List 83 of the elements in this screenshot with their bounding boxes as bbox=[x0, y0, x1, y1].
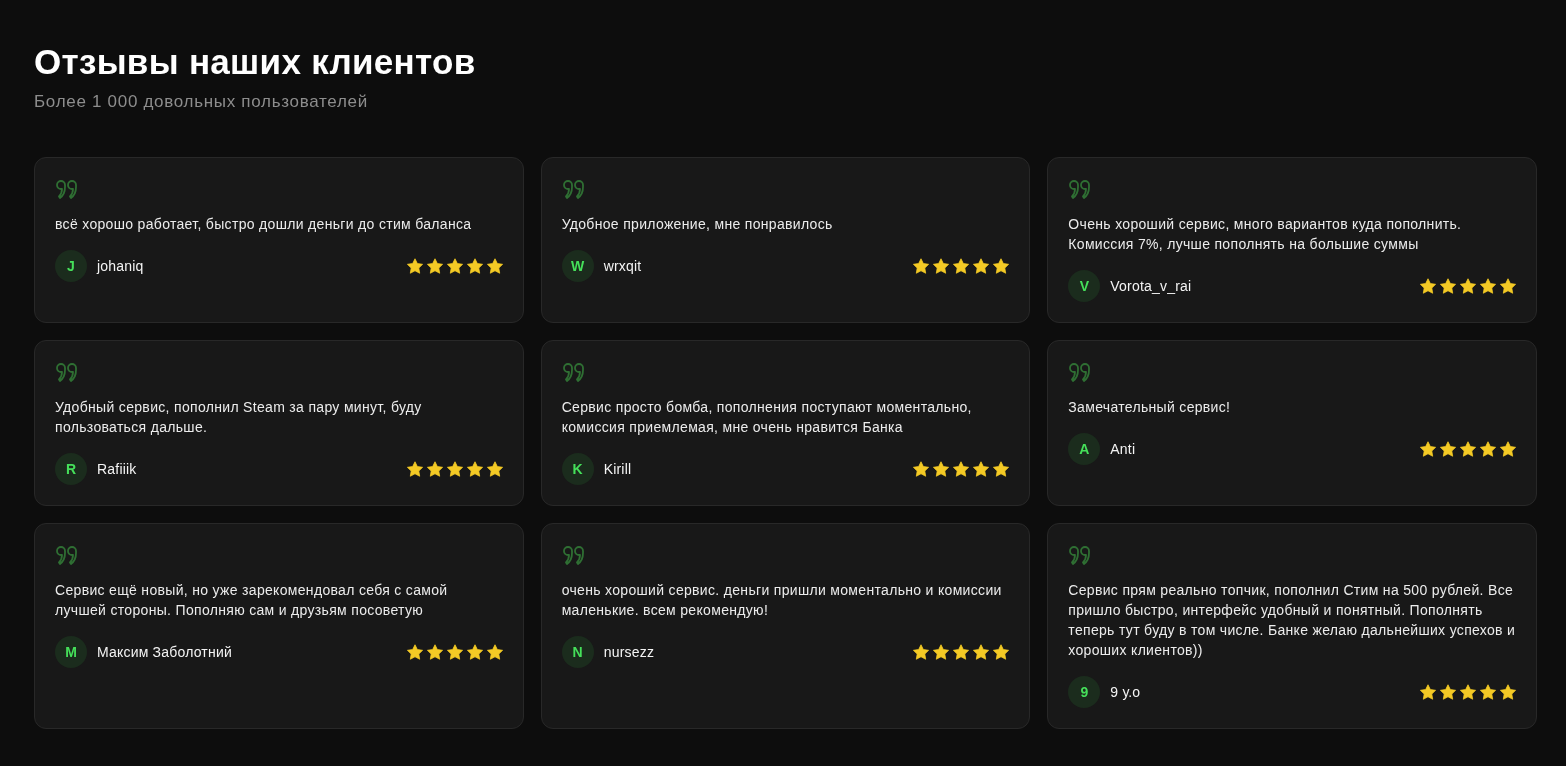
quote-icon bbox=[55, 363, 79, 382]
star-icon bbox=[406, 258, 423, 274]
quote-icon bbox=[55, 180, 79, 199]
review-text: Очень хороший сервис, много вариантов куда пополнить. Комиссия 7%, лучше пополнять на большие суммы bbox=[1068, 215, 1463, 254]
author-name: Vorota_v_rai bbox=[1110, 276, 1192, 296]
author-avatar: N bbox=[561, 636, 594, 668]
star-icon bbox=[953, 461, 970, 477]
review-text: очень хороший сервис. деньги пришли моментально и комиссии маленькие. всем рекомендую! bbox=[561, 581, 1003, 620]
review-text: Удобный сервис, пополнил Steam за пару минут, буду пользоваться дальше. bbox=[55, 398, 423, 437]
star-icon bbox=[1500, 441, 1516, 457]
star-icon bbox=[1420, 684, 1436, 700]
star-icon bbox=[466, 258, 483, 274]
star-icon bbox=[993, 461, 1010, 477]
star-icon bbox=[1500, 278, 1516, 294]
star-icon bbox=[426, 644, 443, 660]
quote-icon bbox=[561, 180, 586, 199]
star-icon bbox=[1460, 278, 1476, 294]
star-icon bbox=[466, 644, 483, 660]
star-icon bbox=[1440, 278, 1456, 294]
star-icon bbox=[486, 461, 503, 477]
star-icon bbox=[953, 258, 970, 274]
section-subtitle: Более 1 000 довольных пользователей bbox=[34, 91, 369, 113]
author-name: nursezz bbox=[603, 642, 655, 662]
star-icon bbox=[446, 258, 463, 274]
star-icon bbox=[406, 461, 423, 477]
star-icon bbox=[1480, 278, 1496, 294]
star-icon bbox=[466, 461, 483, 477]
star-icon bbox=[426, 258, 443, 274]
star-icon bbox=[406, 644, 423, 660]
star-icon bbox=[913, 644, 930, 660]
star-icon bbox=[1500, 684, 1516, 700]
author-name: 9 у.о bbox=[1110, 682, 1141, 702]
quote-icon bbox=[1068, 180, 1093, 199]
star-icon bbox=[973, 461, 990, 477]
star-icon bbox=[953, 644, 970, 660]
review-text: Замечательный сервис! bbox=[1068, 398, 1232, 417]
star-icon bbox=[973, 644, 990, 660]
star-icon bbox=[1440, 684, 1456, 700]
star-icon bbox=[1460, 441, 1476, 457]
quote-icon bbox=[561, 363, 586, 382]
star-icon bbox=[1480, 441, 1496, 457]
author-avatar: 9 bbox=[1068, 676, 1101, 708]
star-icon bbox=[446, 461, 463, 477]
author-name: Максим Заболотний bbox=[97, 642, 232, 662]
star-icon bbox=[1420, 278, 1436, 294]
star-icon bbox=[1420, 441, 1436, 457]
quote-icon bbox=[1068, 546, 1093, 565]
star-icon bbox=[993, 258, 1010, 274]
author-name: wrxqit bbox=[603, 256, 642, 276]
review-text: Удобное приложение, мне понравилось bbox=[561, 215, 834, 234]
star-icon bbox=[486, 258, 503, 274]
star-icon bbox=[933, 644, 950, 660]
star-icon bbox=[973, 258, 990, 274]
star-icon bbox=[1460, 684, 1476, 700]
quote-icon bbox=[561, 546, 586, 565]
star-icon bbox=[933, 461, 950, 477]
author-avatar: J bbox=[55, 250, 87, 282]
star-icon bbox=[486, 644, 503, 660]
author-avatar: W bbox=[561, 250, 594, 282]
star-icon bbox=[913, 461, 930, 477]
section-title: Отзывы наших клиентов bbox=[34, 41, 477, 83]
review-text: Сервис ещё новый, но уже зарекомендовал себя с самой лучшей стороны. Пополняю сам и друзьям посоветую bbox=[55, 581, 449, 620]
author-avatar: M bbox=[55, 636, 87, 668]
author-avatar: V bbox=[1068, 270, 1101, 302]
author-avatar: R bbox=[55, 453, 87, 485]
author-name: Anti bbox=[1110, 439, 1136, 459]
star-icon bbox=[933, 258, 950, 274]
star-icon bbox=[993, 644, 1010, 660]
author-name: Rafiiik bbox=[97, 459, 137, 479]
review-text: всё хорошо работает, быстро дошли деньги до стим баланса bbox=[55, 215, 473, 234]
author-name: Kirill bbox=[603, 459, 632, 479]
star-icon bbox=[446, 644, 463, 660]
author-avatar: K bbox=[561, 453, 594, 485]
star-icon bbox=[426, 461, 443, 477]
star-icon bbox=[913, 258, 930, 274]
quote-icon bbox=[55, 546, 79, 565]
author-avatar: A bbox=[1068, 433, 1101, 465]
star-icon bbox=[1440, 441, 1456, 457]
star-icon bbox=[1480, 684, 1496, 700]
review-text: Сервис просто бомба, пополнения поступают моментально, комиссия приемлемая, мне очень нравится Банка bbox=[561, 398, 973, 437]
quote-icon bbox=[1068, 363, 1093, 382]
author-name: johaniq bbox=[97, 256, 144, 276]
review-text: Сервис прям реально топчик, пополнил Стим на 500 рублей. Все пришло быстро, интерфейс удобный и понятный. Пополнять теперь тут буду в том числе. Банке желаю дальнейших успехов и хороших клиентов)) bbox=[1068, 581, 1516, 660]
